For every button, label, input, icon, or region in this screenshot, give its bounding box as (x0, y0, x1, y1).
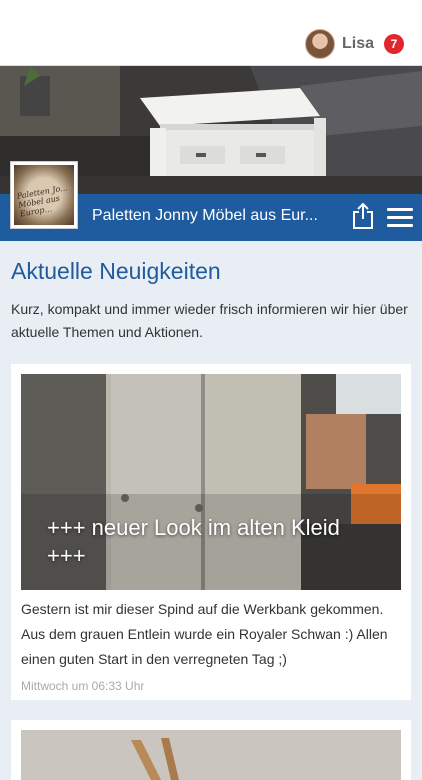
hamburger-menu-button[interactable] (387, 208, 413, 228)
user-menu[interactable]: Lisa 7 (304, 28, 404, 60)
share-icon (353, 202, 373, 229)
news-card[interactable] (11, 720, 411, 780)
section-title: Aktuelle Neuigkeiten (11, 258, 221, 284)
hamburger-menu-icon (387, 208, 413, 211)
logo-text: Paletten Jo... Möbel aus Europ... (16, 183, 69, 219)
post-image[interactable] (21, 730, 401, 780)
notification-badge[interactable]: 7 (384, 34, 404, 54)
news-card[interactable]: +++ neuer Look im alten Kleid +++ Gester… (11, 364, 411, 700)
top-bar: Lisa 7 (0, 0, 422, 66)
hamburger-line (387, 216, 413, 219)
post-image[interactable]: +++ neuer Look im alten Kleid +++ (21, 374, 401, 590)
user-name[interactable]: Lisa (342, 35, 374, 53)
post-text: Gestern ist mir dieser Spind auf die Wer… (21, 601, 388, 667)
hamburger-line (387, 224, 413, 227)
avatar[interactable] (304, 29, 335, 59)
page-name[interactable]: Paletten Jonny Möbel aus Eur... (92, 207, 342, 225)
section-description: Kurz, kompakt und immer wieder frisch in… (11, 301, 408, 340)
logo-image: Paletten Jo... Möbel aus Europ... (14, 165, 74, 225)
page-logo[interactable]: Paletten Jo... Möbel aus Europ... (10, 161, 78, 229)
post-timestamp: Mittwoch um 06:33 Uhr (21, 679, 145, 693)
share-button[interactable] (352, 202, 374, 230)
post-image-title: +++ neuer Look im alten Kleid +++ (47, 515, 340, 568)
